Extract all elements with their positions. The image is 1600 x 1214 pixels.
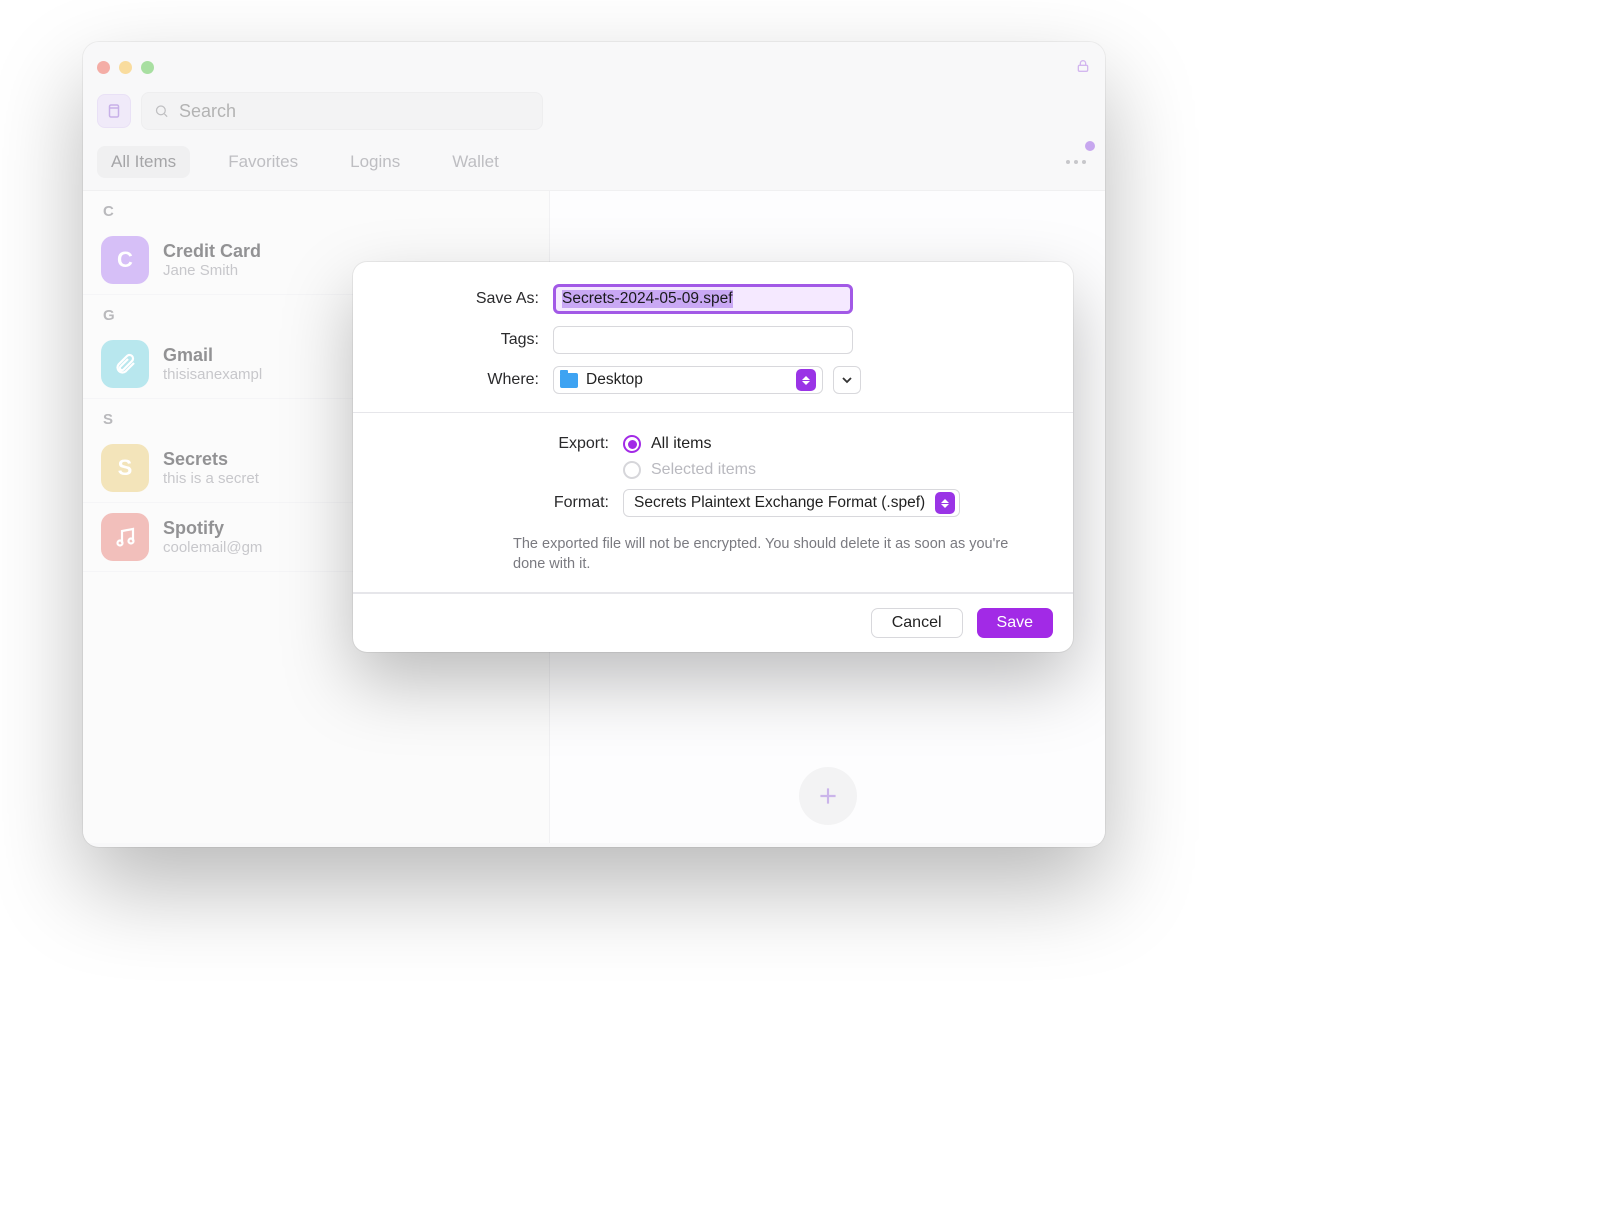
toolbar	[83, 92, 1105, 140]
credit-card-icon: C	[101, 236, 149, 284]
tab-wallet[interactable]: Wallet	[438, 146, 513, 178]
format-label: Format:	[383, 494, 623, 512]
where-value: Desktop	[586, 371, 643, 389]
tab-favorites[interactable]: Favorites	[214, 146, 312, 178]
search-field[interactable]	[141, 92, 543, 130]
music-icon	[101, 513, 149, 561]
radio-all-items[interactable]	[623, 435, 641, 453]
item-title: Credit Card	[163, 241, 261, 262]
app-window: All Items Favorites Logins Wallet C C Cr…	[83, 42, 1105, 847]
search-input[interactable]	[177, 100, 530, 123]
chevron-down-icon	[841, 374, 853, 386]
item-title: Spotify	[163, 518, 262, 539]
more-button[interactable]	[1061, 147, 1091, 177]
secrets-icon: S	[101, 444, 149, 492]
item-subtitle: this is a secret	[163, 470, 259, 487]
export-label: Export:	[383, 435, 623, 453]
format-select[interactable]: Secrets Plaintext Exchange Format (.spef…	[623, 489, 960, 517]
expand-save-panel-button[interactable]	[833, 366, 861, 394]
zoom-window-button[interactable]	[141, 61, 154, 74]
tags-label: Tags:	[383, 331, 553, 349]
dialog-footer: Cancel Save	[353, 593, 1073, 652]
export-dialog: Save As: Tags: Where: Desktop	[353, 262, 1073, 652]
folder-icon	[560, 373, 578, 388]
export-warning: The exported file will not be encrypted.…	[353, 535, 1073, 592]
search-icon	[154, 103, 169, 119]
ellipsis-icon	[1065, 159, 1087, 165]
plus-icon	[815, 783, 841, 809]
item-title: Gmail	[163, 345, 262, 366]
titlebar	[83, 42, 1105, 92]
close-window-button[interactable]	[97, 61, 110, 74]
format-value: Secrets Plaintext Exchange Format (.spef…	[634, 494, 925, 512]
tab-all-items[interactable]: All Items	[97, 146, 190, 178]
cancel-button[interactable]: Cancel	[871, 608, 963, 638]
add-item-button[interactable]	[799, 767, 857, 825]
item-subtitle: Jane Smith	[163, 262, 261, 279]
filter-tabs: All Items Favorites Logins Wallet	[83, 140, 1105, 190]
radio-selected-items-label: Selected items	[651, 461, 756, 479]
where-label: Where:	[383, 371, 553, 389]
tab-logins[interactable]: Logins	[336, 146, 414, 178]
item-title: Secrets	[163, 449, 259, 470]
save-as-label: Save As:	[383, 290, 553, 308]
radio-selected-items	[623, 461, 641, 479]
where-select[interactable]: Desktop	[553, 366, 823, 394]
stepper-icon	[935, 492, 955, 514]
radio-all-items-label: All items	[651, 435, 711, 453]
stepper-icon	[796, 369, 816, 391]
tags-input[interactable]	[553, 326, 853, 354]
notification-badge	[1085, 141, 1095, 151]
save-button[interactable]: Save	[977, 608, 1053, 638]
section-header: C	[83, 191, 549, 226]
lock-icon[interactable]	[1075, 58, 1091, 76]
item-subtitle: thisisanexampl	[163, 366, 262, 383]
item-subtitle: coolemail@gm	[163, 539, 262, 556]
minimize-window-button[interactable]	[119, 61, 132, 74]
save-as-input[interactable]	[553, 284, 853, 314]
attachment-icon	[101, 340, 149, 388]
vault-button[interactable]	[97, 94, 131, 128]
window-controls	[97, 61, 154, 74]
